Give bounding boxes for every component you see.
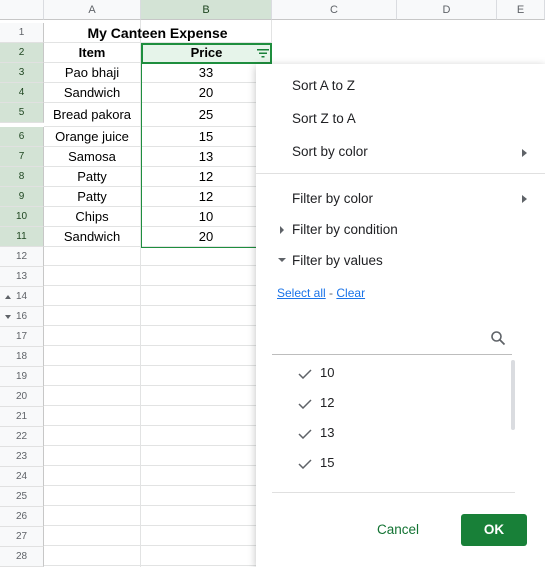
row-header[interactable]: 13 bbox=[0, 267, 44, 287]
item-cell[interactable]: Pao bhaji bbox=[44, 63, 141, 83]
row-header[interactable]: 1 bbox=[0, 23, 44, 43]
row-header[interactable]: 3 bbox=[0, 63, 44, 83]
row-header[interactable]: 7 bbox=[0, 147, 44, 167]
select-clear-links: Select all - Clear bbox=[277, 286, 365, 300]
price-cell[interactable]: 20 bbox=[141, 83, 272, 103]
row-header[interactable]: 17 bbox=[0, 327, 44, 347]
value-option[interactable]: 13 bbox=[320, 425, 334, 440]
header-cell-price[interactable]: Price bbox=[141, 43, 272, 63]
values-list: 10 12 13 15 bbox=[272, 356, 512, 486]
select-all-link[interactable]: Select all bbox=[277, 286, 326, 300]
menu-divider bbox=[272, 492, 515, 493]
item-cell[interactable]: Bread pakora bbox=[44, 103, 141, 127]
sort-by-color-item[interactable]: Sort by color bbox=[292, 144, 368, 159]
filter-by-condition-item[interactable]: Filter by condition bbox=[292, 222, 398, 237]
submenu-arrow-icon bbox=[522, 149, 527, 157]
row-header[interactable]: 5 bbox=[0, 103, 44, 123]
empty-rows bbox=[44, 246, 272, 567]
row-header[interactable]: 18 bbox=[0, 347, 44, 367]
price-cell[interactable]: 13 bbox=[141, 147, 272, 167]
row-header[interactable]: 20 bbox=[0, 387, 44, 407]
row-header[interactable]: 25 bbox=[0, 487, 44, 507]
row-header[interactable]: 12 bbox=[0, 247, 44, 267]
value-option[interactable]: 10 bbox=[320, 365, 334, 380]
collapse-rows-icon[interactable] bbox=[5, 315, 11, 319]
column-header-e[interactable]: E bbox=[497, 0, 545, 20]
item-cell[interactable]: Samosa bbox=[44, 147, 141, 167]
check-icon[interactable] bbox=[298, 369, 312, 379]
row-header[interactable]: 23 bbox=[0, 447, 44, 467]
price-cell[interactable]: 33 bbox=[141, 63, 272, 83]
filter-by-color-item[interactable]: Filter by color bbox=[292, 191, 373, 206]
item-cell[interactable]: Sandwich bbox=[44, 83, 141, 103]
item-cell[interactable]: Chips bbox=[44, 207, 141, 227]
row-header[interactable]: 16 bbox=[0, 307, 44, 327]
price-cell[interactable]: 20 bbox=[141, 227, 272, 247]
row-header[interactable]: 21 bbox=[0, 407, 44, 427]
check-icon[interactable] bbox=[298, 399, 312, 409]
filter-icon[interactable] bbox=[256, 47, 270, 59]
values-scrollbar[interactable] bbox=[511, 360, 515, 430]
row-header[interactable]: 28 bbox=[0, 547, 44, 567]
sheet-title-cell[interactable]: My Canteen Expense bbox=[44, 23, 272, 43]
row-header[interactable]: 27 bbox=[0, 527, 44, 547]
cancel-button[interactable]: Cancel bbox=[356, 514, 440, 546]
column-header-d[interactable]: D bbox=[397, 0, 497, 20]
select-all-corner[interactable] bbox=[0, 0, 44, 20]
column-header-b[interactable]: B bbox=[141, 0, 272, 20]
column-header-a[interactable]: A bbox=[44, 0, 141, 20]
row-header[interactable]: 14 bbox=[0, 287, 44, 307]
row-header[interactable]: 24 bbox=[0, 467, 44, 487]
row-header[interactable]: 11 bbox=[0, 227, 44, 247]
check-icon[interactable] bbox=[298, 459, 312, 469]
row-number: 16 bbox=[15, 311, 28, 322]
item-cell[interactable]: Patty bbox=[44, 187, 141, 207]
search-icon[interactable] bbox=[490, 330, 506, 346]
row-header[interactable]: 19 bbox=[0, 367, 44, 387]
column-header-c[interactable]: C bbox=[272, 0, 397, 20]
clear-link[interactable]: Clear bbox=[336, 286, 365, 300]
search-input[interactable] bbox=[272, 322, 512, 355]
price-cell[interactable]: 12 bbox=[141, 187, 272, 207]
ok-button[interactable]: OK bbox=[461, 514, 527, 546]
filter-by-values-item[interactable]: Filter by values bbox=[292, 253, 383, 268]
row-header[interactable]: 2 bbox=[0, 43, 44, 63]
submenu-arrow-icon bbox=[522, 195, 527, 203]
menu-divider bbox=[256, 173, 545, 174]
link-separator: - bbox=[329, 286, 334, 300]
row-header[interactable]: 9 bbox=[0, 187, 44, 207]
item-cell[interactable]: Patty bbox=[44, 167, 141, 187]
price-cell[interactable]: 10 bbox=[141, 207, 272, 227]
triangle-right-icon[interactable] bbox=[280, 226, 284, 234]
row-header[interactable]: 6 bbox=[0, 127, 44, 147]
value-option[interactable]: 15 bbox=[320, 455, 334, 470]
row-header[interactable]: 26 bbox=[0, 507, 44, 527]
value-option[interactable]: 12 bbox=[320, 395, 334, 410]
item-cell[interactable]: Sandwich bbox=[44, 227, 141, 247]
filter-menu: Sort A to Z Sort Z to A Sort by color Fi… bbox=[256, 64, 545, 567]
row-header[interactable]: 10 bbox=[0, 207, 44, 227]
price-cell[interactable]: 15 bbox=[141, 127, 272, 147]
row-number: 14 bbox=[15, 291, 28, 302]
item-cell[interactable]: Orange juice bbox=[44, 127, 141, 147]
row-header[interactable]: 22 bbox=[0, 427, 44, 447]
row-header[interactable]: 4 bbox=[0, 83, 44, 103]
row-header[interactable]: 8 bbox=[0, 167, 44, 187]
expand-rows-icon[interactable] bbox=[5, 295, 11, 299]
check-icon[interactable] bbox=[298, 429, 312, 439]
sort-z-to-a-item[interactable]: Sort Z to A bbox=[292, 111, 356, 126]
triangle-down-icon[interactable] bbox=[278, 258, 286, 262]
header-cell-item[interactable]: Item bbox=[44, 43, 141, 63]
sort-a-to-z-item[interactable]: Sort A to Z bbox=[292, 78, 355, 93]
price-cell[interactable]: 12 bbox=[141, 167, 272, 187]
price-cell[interactable]: 25 bbox=[141, 103, 272, 127]
